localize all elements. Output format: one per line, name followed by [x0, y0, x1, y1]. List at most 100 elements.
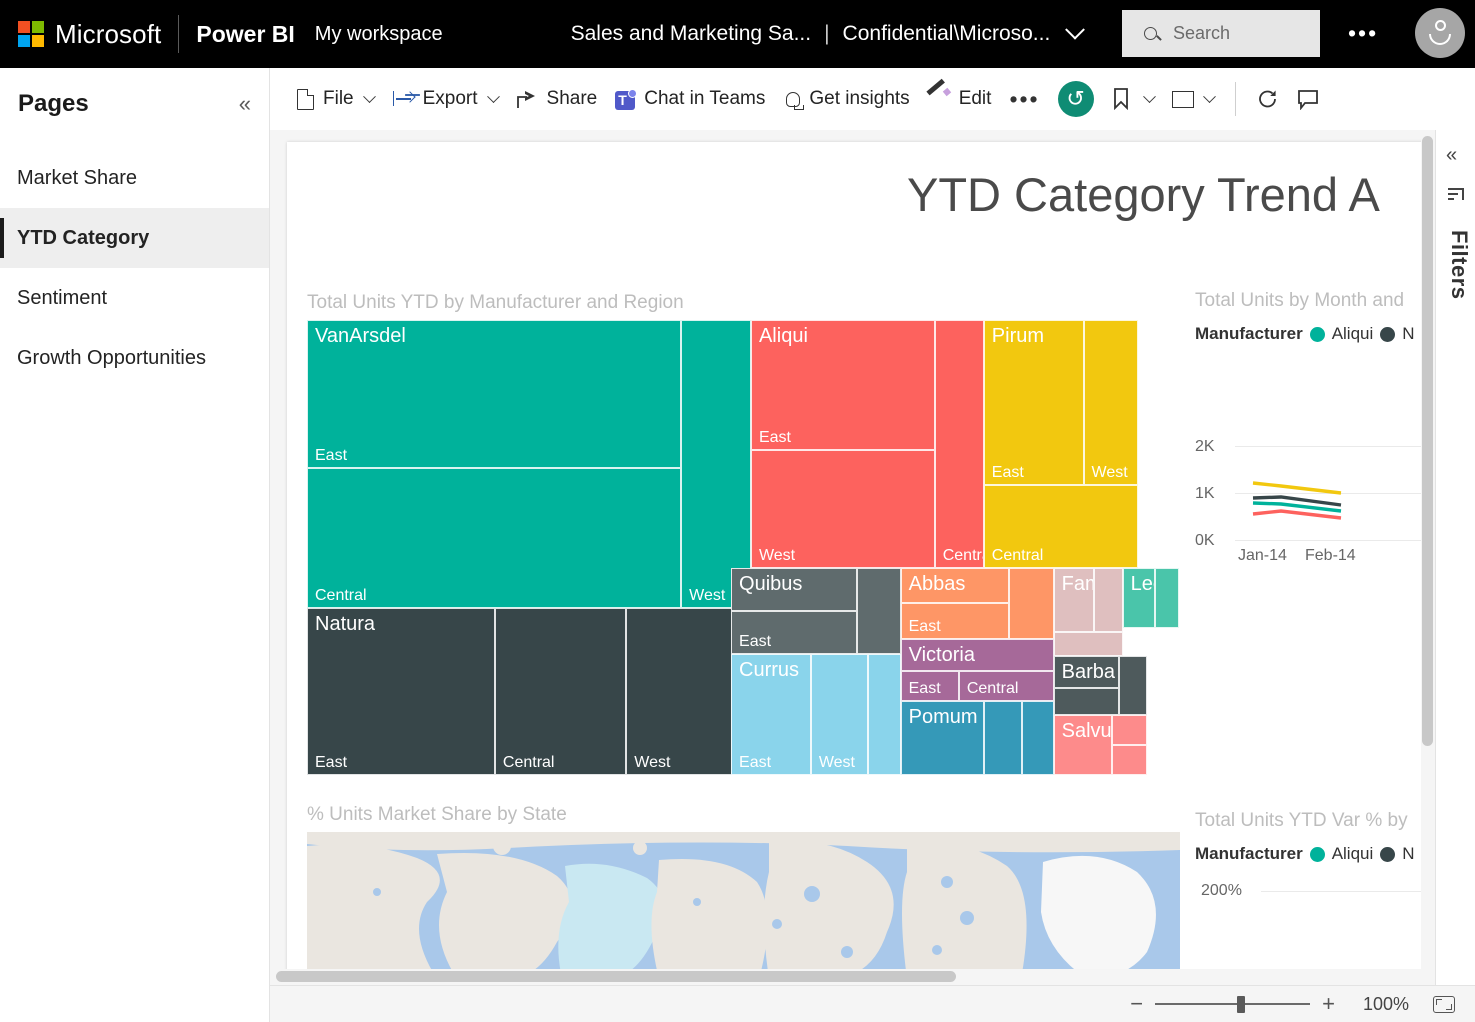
map-visual-title: % Units Market Share by State [307, 804, 567, 826]
sidebar-item-growth-opportunities[interactable]: Growth Opportunities [0, 328, 269, 388]
chat-in-teams-button[interactable]: Chat in Teams [606, 79, 774, 119]
treemap-node[interactable]: Abbas [901, 568, 1009, 603]
treemap-node[interactable]: CurrusEast [731, 654, 811, 775]
treemap-node-region-label: East [315, 754, 347, 772]
topbar-more-options-icon[interactable]: ••• [1348, 24, 1378, 42]
treemap-node[interactable]: Central [984, 485, 1139, 568]
zoom-slider[interactable] [1155, 1003, 1310, 1005]
get-insights-button[interactable]: Get insights [774, 79, 918, 119]
treemap-node-region-label: West [759, 547, 795, 565]
treemap-node-manufacturer-label: Currus [739, 659, 799, 682]
treemap-node[interactable] [1022, 701, 1054, 775]
sidebar-item-label: Market Share [17, 167, 137, 190]
treemap-node[interactable] [1054, 688, 1120, 716]
search-input[interactable]: Search [1122, 10, 1320, 57]
canvas-horizontal-scrollbar-thumb[interactable] [276, 971, 956, 982]
export-menu-button[interactable]: Export [383, 79, 507, 119]
treemap-node[interactable] [1112, 745, 1147, 775]
legend-label-natura: N [1402, 844, 1414, 864]
treemap-node[interactable]: West [811, 654, 868, 775]
line-chart-top[interactable]: 2K 1K 0K Jan-14 Feb-14 [1195, 362, 1432, 662]
treemap-node[interactable]: West [1084, 320, 1139, 485]
treemap-node[interactable]: West [751, 450, 935, 568]
sidebar-item-market-share[interactable]: Market Share [0, 148, 269, 208]
treemap-node[interactable]: East [901, 671, 959, 701]
treemap-node[interactable]: Central [935, 320, 984, 568]
treemap-node-manufacturer-label: Victoria [909, 644, 975, 667]
canvas-horizontal-scrollbar[interactable] [270, 969, 1435, 985]
line-chart-bottom-legend[interactable]: Manufacturer Aliqui N [1195, 844, 1415, 864]
treemap-node-region-label: West [689, 587, 725, 605]
treemap-node[interactable]: Barba [1054, 656, 1120, 688]
treemap-node[interactable] [1155, 568, 1179, 629]
sensitivity-label[interactable]: Confidential\Microso... [843, 22, 1051, 46]
lightbulb-icon [786, 92, 800, 107]
avatar[interactable] [1415, 8, 1465, 58]
treemap-node[interactable] [868, 654, 900, 775]
treemap-node[interactable]: East [901, 603, 1009, 639]
treemap-node[interactable]: Leo [1123, 568, 1155, 629]
treemap-node[interactable]: Victoria [901, 639, 1054, 671]
treemap-node[interactable]: Fama [1054, 568, 1095, 632]
treemap-node[interactable] [1119, 656, 1146, 716]
report-name-label[interactable]: Sales and Marketing Sa... [571, 22, 811, 46]
microsoft-logo[interactable]: Microsoft [18, 19, 161, 50]
treemap-node-region-label: East [909, 618, 941, 636]
treemap-node[interactable]: Salvus [1054, 715, 1112, 775]
report-page-ytd-category: YTD Category Trend A Total Units YTD by … [287, 142, 1432, 972]
treemap-node-region-label: Central [967, 680, 1019, 698]
treemap-node[interactable] [984, 701, 1022, 775]
share-button[interactable]: Share [507, 79, 607, 119]
treemap-node[interactable]: PirumEast [984, 320, 1084, 485]
reset-to-default-button[interactable]: ↺ [1049, 79, 1103, 119]
power-bi-home-link[interactable]: Power BI [196, 21, 294, 48]
more-commands-button[interactable]: ••• [1000, 79, 1048, 119]
sidebar-item-label: YTD Category [17, 227, 149, 250]
sidebar-item-sentiment[interactable]: Sentiment [0, 268, 269, 328]
edit-button[interactable]: Edit [919, 79, 1001, 119]
treemap-node[interactable]: Central [959, 671, 1054, 701]
zoom-out-button[interactable]: − [1130, 991, 1143, 1017]
sidebar-item-ytd-category[interactable]: YTD Category [0, 208, 269, 268]
edit-label: Edit [959, 88, 992, 110]
treemap-node[interactable] [1094, 568, 1122, 632]
bookmarks-button[interactable] [1103, 79, 1163, 119]
treemap-node[interactable]: Central [495, 608, 626, 775]
file-menu-button[interactable]: File [288, 79, 383, 119]
expand-filters-icon[interactable]: « [1446, 148, 1457, 162]
filters-pane-rail[interactable]: « Filters [1435, 130, 1475, 985]
treemap-node[interactable] [1009, 568, 1054, 639]
treemap-node[interactable] [857, 568, 901, 654]
treemap-node[interactable] [1112, 715, 1147, 745]
workspace-link[interactable]: My workspace [315, 23, 443, 46]
filter-funnel-icon [1448, 188, 1464, 202]
treemap-node[interactable]: VanArsdelEast [307, 320, 681, 468]
canvas-vertical-scrollbar[interactable] [1421, 130, 1435, 985]
fit-to-page-button[interactable] [1433, 996, 1455, 1013]
treemap-node[interactable]: Pomum [901, 701, 984, 775]
treemap-node[interactable] [1054, 632, 1123, 656]
comments-button[interactable] [1288, 79, 1328, 119]
treemap-node[interactable]: Central [307, 468, 681, 609]
pages-header: Pages « [0, 68, 269, 118]
zoom-level-label: 100% [1363, 994, 1409, 1015]
collapse-sidebar-icon[interactable]: « [239, 96, 251, 112]
treemap-visual[interactable]: VanArsdelEastCentralWestNaturaEastCentra… [307, 320, 1180, 775]
chevron-down-icon[interactable] [1065, 20, 1085, 40]
treemap-node[interactable]: NaturaEast [307, 608, 495, 775]
refresh-button[interactable] [1248, 79, 1288, 119]
line-chart-bottom[interactable]: 200% [1195, 882, 1432, 962]
treemap-node[interactable]: East [731, 611, 857, 655]
page-title: YTD Category Trend A [907, 167, 1380, 222]
canvas-vertical-scrollbar-thumb[interactable] [1422, 136, 1433, 746]
zoom-in-button[interactable]: + [1322, 991, 1335, 1017]
treemap-node-region-label: East [315, 447, 347, 465]
map-visual[interactable] [307, 832, 1180, 972]
zoom-slider-thumb[interactable] [1237, 996, 1245, 1013]
treemap-node[interactable]: West [681, 320, 751, 608]
treemap-node[interactable]: AliquiEast [751, 320, 935, 450]
treemap-node-manufacturer-label: Abbas [909, 573, 966, 596]
line-chart-top-legend[interactable]: Manufacturer Aliqui N [1195, 324, 1415, 344]
treemap-node[interactable]: Quibus [731, 568, 857, 611]
view-mode-button[interactable] [1163, 79, 1223, 119]
